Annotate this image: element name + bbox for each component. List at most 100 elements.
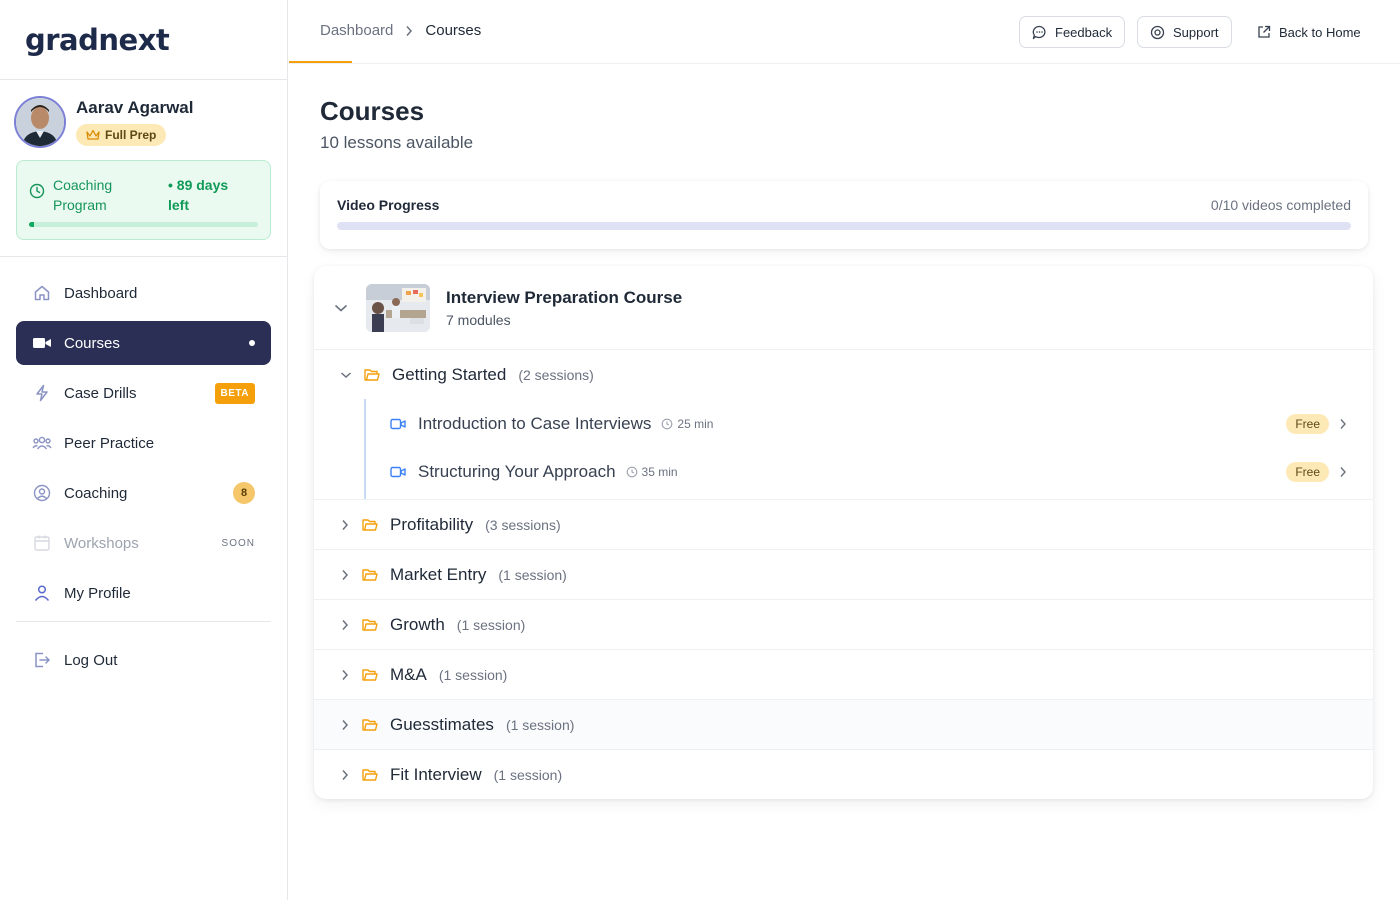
coaching-progress-bar [29,222,258,227]
module-header[interactable]: Guesstimates (1 session) [314,700,1373,749]
module-session-count: (1 session) [456,616,526,633]
chevron-down-icon[interactable] [334,303,348,313]
beta-badge: BETA [214,382,255,404]
course-module-count: 7 modules [446,311,511,328]
coaching-count-badge: 8 [233,482,255,504]
video-progress-stat: 0/10 videos completed [1210,197,1351,213]
sidebar-item-label: Courses [64,334,120,352]
module-session-count: (1 session) [493,766,563,783]
chevron-right-icon [342,519,349,530]
user-profile[interactable]: Aarav Agarwal Full Prep [0,80,287,160]
feedback-button[interactable]: Feedback [1019,16,1126,48]
sidebar-item-label: Case Drills [64,384,137,402]
module-market-entry: Market Entry (1 session) [314,550,1373,600]
video-progress-bar [337,222,1351,230]
chevron-right-icon [342,569,349,580]
module-session-count: (2 sessions) [518,366,594,383]
module-header[interactable]: Market Entry (1 session) [314,550,1373,599]
logout-button[interactable]: Log Out [16,638,271,682]
module-session-count: (1 session) [438,666,508,683]
session-duration-text: 25 min [677,417,714,431]
module-name: Growth [390,614,445,634]
clock-icon [29,183,45,199]
active-dot [249,340,255,346]
support-button[interactable]: Support [1137,16,1232,48]
coaching-days-left: • 89 days left [168,177,229,213]
logout-label: Log Out [64,651,118,669]
logout-icon [32,650,52,670]
chevron-right-icon [405,25,413,37]
video-icon [32,333,52,353]
breadcrumb-dashboard[interactable]: Dashboard [320,22,393,39]
session-duration: 35 min [626,465,678,479]
module-getting-started: Getting Started (2 sessions) Introductio… [314,350,1373,500]
video-progress-card: Video Progress 0/10 videos completed [320,181,1368,249]
module-header[interactable]: Getting Started (2 sessions) [314,350,1373,399]
brand-logo[interactable]: gradnext [0,0,287,80]
sidebar-item-label: Dashboard [64,284,138,302]
folder-open-icon [362,618,378,631]
module-guesstimates: Guesstimates (1 session) [314,700,1373,750]
session-item[interactable]: Introduction to Case Interviews 25 min F… [366,400,1373,448]
module-profitability: Profitability (3 sessions) [314,500,1373,550]
back-to-home-button[interactable]: Back to Home [1244,16,1374,48]
sidebar-item-label: Coaching [64,484,128,502]
users-icon [32,433,52,453]
crown-icon [86,129,100,140]
video-icon [390,466,406,478]
module-session-count: (3 sessions) [485,516,561,533]
course-title: Interview Preparation Course [446,287,683,307]
module-fit-interview: Fit Interview (1 session) [314,750,1373,799]
sidebar-item-coaching[interactable]: Coaching 8 [16,471,271,515]
chevron-right-icon [342,669,349,680]
back-to-home-label: Back to Home [1279,24,1361,40]
folder-open-icon [362,518,378,531]
session-list: Introduction to Case Interviews 25 min F… [364,399,1373,499]
breadcrumb-courses: Courses [425,22,482,39]
module-name: Guesstimates [390,714,494,734]
sidebar-item-peer-practice[interactable]: Peer Practice [16,421,271,465]
external-link-icon [1258,25,1271,38]
user-icon [32,583,52,603]
sidebar-item-label: My Profile [64,584,131,602]
main-content: Courses 10 lessons available Video Progr… [314,96,1373,799]
sidebar-item-label: Workshops [64,534,139,552]
support-label: Support [1173,24,1219,40]
session-item[interactable]: Structuring Your Approach 35 min Free [366,448,1373,496]
coaching-title: Coaching Program [53,177,113,213]
chat-icon [1032,25,1046,39]
sidebar-item-workshops: Workshops SOON [16,521,271,565]
feedback-label: Feedback [1055,24,1113,40]
chevron-down-icon [341,371,351,378]
module-header[interactable]: Fit Interview (1 session) [314,750,1373,799]
folder-open-icon [364,368,380,381]
folder-open-icon [362,768,378,781]
course-header[interactable]: Interview Preparation Course 7 modules [314,266,1373,350]
sidebar: gradnext Aarav Agarwal Full Prep Coachin… [0,0,288,900]
module-header[interactable]: Growth (1 session) [314,600,1373,649]
video-progress-label: Video Progress [337,197,440,213]
sidebar-item-label: Peer Practice [64,434,155,452]
brand-name: gradnext [25,22,170,57]
home-icon [32,283,52,303]
module-name: M&A [390,664,427,684]
sidebar-item-my-profile[interactable]: My Profile [16,571,271,615]
coaching-program-card[interactable]: Coaching Program • 89 days left [16,160,271,240]
sidebar-item-case-drills[interactable]: Case Drills BETA [16,371,271,415]
module-header[interactable]: M&A (1 session) [314,650,1373,699]
sidebar-item-courses[interactable]: Courses [16,321,271,365]
sidebar-item-dashboard[interactable]: Dashboard [16,271,271,315]
module-session-count: (1 session) [505,716,575,733]
course-card: Interview Preparation Course 7 modules G… [314,266,1373,799]
plan-label: Full Prep [105,128,157,142]
folder-open-icon [362,668,378,681]
chevron-right-icon [342,719,349,730]
session-duration: 25 min [661,417,713,431]
module-header[interactable]: Profitability (3 sessions) [314,500,1373,549]
course-thumbnail [366,283,430,332]
free-badge: Free [1286,414,1329,434]
module-name: Profitability [390,514,474,534]
session-duration-text: 35 min [641,465,678,479]
page-subtitle: 10 lessons available [320,133,474,152]
lightning-icon [32,383,52,403]
